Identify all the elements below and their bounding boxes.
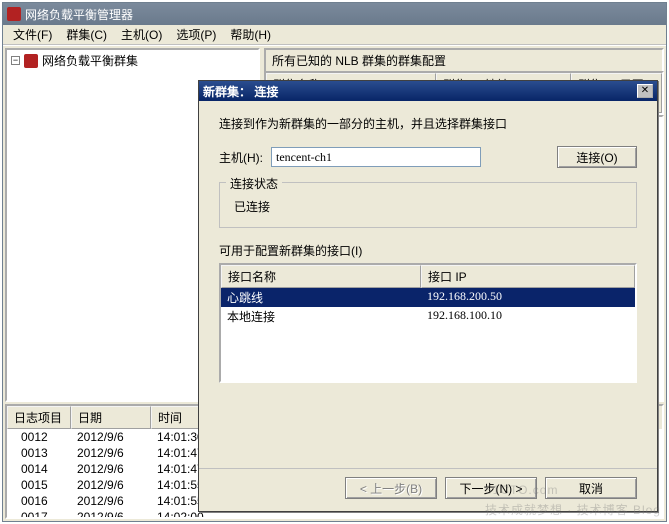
col-iface-ip[interactable]: 接口 IP bbox=[421, 265, 635, 288]
new-cluster-dialog: 新群集： 连接 ✕ 连接到作为新群集的一部分的主机，并且选择群集接口 主机(H)… bbox=[198, 80, 658, 512]
menu-cluster[interactable]: 群集(C) bbox=[60, 24, 113, 45]
status-text: 已连接 bbox=[230, 196, 626, 217]
iface-label: 可用于配置新群集的接口(I) bbox=[219, 242, 637, 259]
menu-host[interactable]: 主机(O) bbox=[115, 24, 168, 45]
host-input[interactable] bbox=[271, 147, 481, 167]
col-log-date[interactable]: 日期 bbox=[71, 406, 151, 429]
dialog-prompt: 连接到作为新群集的一部分的主机，并且选择群集接口 bbox=[219, 115, 637, 132]
iface-head: 接口名称 接口 IP bbox=[221, 265, 635, 288]
iface-rows: 心跳线192.168.200.50本地连接192.168.100.10 bbox=[221, 288, 635, 326]
dialog-titlebar: 新群集： 连接 ✕ bbox=[199, 81, 657, 101]
back-button[interactable]: < 上一步(B) bbox=[345, 477, 437, 499]
status-group: 连接状态 已连接 bbox=[219, 182, 637, 228]
connect-button[interactable]: 连接(O) bbox=[557, 146, 637, 168]
menu-options[interactable]: 选项(P) bbox=[170, 24, 222, 45]
host-row: 主机(H): 连接(O) bbox=[219, 146, 637, 168]
iface-row[interactable]: 本地连接192.168.100.10 bbox=[221, 307, 635, 326]
watermark: 51CTO.com 技术成就梦想 · 技术博客 Blog bbox=[485, 469, 661, 518]
status-group-label: 连接状态 bbox=[226, 175, 282, 192]
close-icon[interactable]: ✕ bbox=[637, 84, 653, 98]
tree-root[interactable]: − 网络负载平衡群集 bbox=[7, 50, 258, 71]
main-titlebar: 网络负载平衡管理器 bbox=[3, 3, 666, 25]
detail-caption: 所有已知的 NLB 群集的群集配置 bbox=[264, 48, 664, 71]
tree-toggle-icon[interactable]: − bbox=[11, 56, 20, 65]
main-title-text: 网络负载平衡管理器 bbox=[25, 6, 133, 23]
col-log-item[interactable]: 日志项目 bbox=[7, 406, 71, 429]
app-icon bbox=[7, 7, 21, 21]
menubar: 文件(F) 群集(C) 主机(O) 选项(P) 帮助(H) bbox=[3, 25, 666, 45]
cluster-icon bbox=[24, 54, 38, 68]
menu-file[interactable]: 文件(F) bbox=[7, 24, 58, 45]
iface-row[interactable]: 心跳线192.168.200.50 bbox=[221, 288, 635, 307]
tree-root-label: 网络负载平衡群集 bbox=[42, 52, 138, 69]
dialog-body: 连接到作为新群集的一部分的主机，并且选择群集接口 主机(H): 连接(O) 连接… bbox=[199, 101, 657, 468]
col-iface-name[interactable]: 接口名称 bbox=[221, 265, 421, 288]
menu-help[interactable]: 帮助(H) bbox=[224, 24, 277, 45]
dialog-title-text: 新群集： 连接 bbox=[203, 83, 637, 100]
host-label: 主机(H): bbox=[219, 149, 263, 166]
iface-list: 接口名称 接口 IP 心跳线192.168.200.50本地连接192.168.… bbox=[219, 263, 637, 383]
